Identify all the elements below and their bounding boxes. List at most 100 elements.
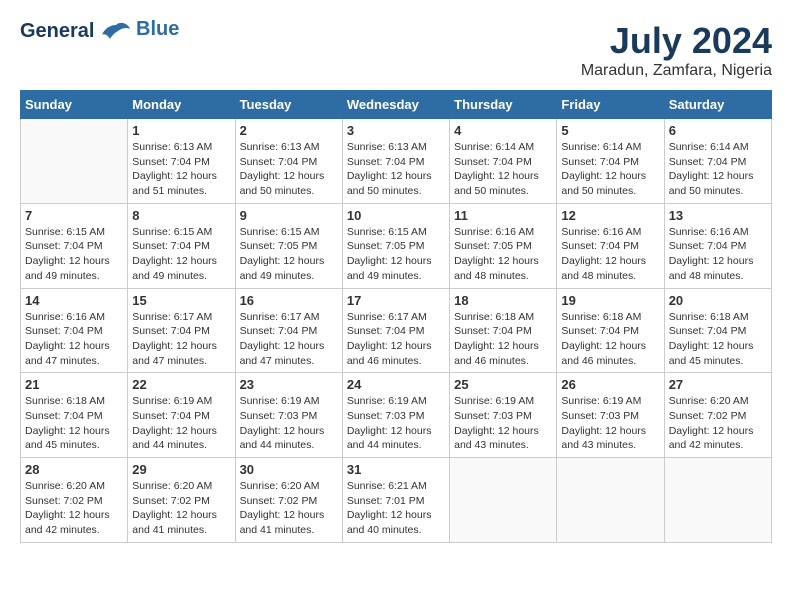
- calendar-cell: 30 Sunrise: 6:20 AMSunset: 7:02 PMDayligh…: [235, 458, 342, 543]
- logo-bird-icon: [102, 21, 130, 43]
- day-number: 1: [132, 123, 230, 138]
- weekday-header-sunday: Sunday: [21, 91, 128, 119]
- day-info: Sunrise: 6:13 AMSunset: 7:04 PMDaylight:…: [132, 140, 230, 199]
- day-number: 10: [347, 208, 445, 223]
- weekday-header-tuesday: Tuesday: [235, 91, 342, 119]
- calendar-cell: 5Sunrise: 6:14 AMSunset: 7:04 PMDaylight…: [557, 119, 664, 204]
- calendar-cell: 25 Sunrise: 6:19 AMSunset: 7:03 PMDayligh…: [450, 373, 557, 458]
- calendar-cell: 8 Sunrise: 6:15 AMSunset: 7:04 PMDaylight…: [128, 203, 235, 288]
- calendar-cell: 9 Sunrise: 6:15 AMSunset: 7:05 PMDaylight…: [235, 203, 342, 288]
- day-info: Sunrise: 6:20 AMSunset: 7:02 PMDaylight:…: [25, 479, 123, 538]
- calendar-cell: [21, 119, 128, 204]
- day-number: 24: [347, 377, 445, 392]
- day-info: Sunrise: 6:15 AMSunset: 7:04 PMDaylight:…: [132, 225, 230, 284]
- day-info: Sunrise: 6:19 AMSunset: 7:04 PMDaylight:…: [132, 394, 230, 453]
- weekday-header-friday: Friday: [557, 91, 664, 119]
- calendar-week-row: 7 Sunrise: 6:15 AMSunset: 7:04 PMDaylight…: [21, 203, 772, 288]
- day-number: 28: [25, 462, 123, 477]
- calendar-cell: [450, 458, 557, 543]
- month-year-title: July 2024: [581, 20, 772, 62]
- day-info: Sunrise: 6:17 AMSunset: 7:04 PMDaylight:…: [240, 310, 338, 369]
- weekday-header-wednesday: Wednesday: [342, 91, 449, 119]
- day-info: Sunrise: 6:15 AMSunset: 7:05 PMDaylight:…: [347, 225, 445, 284]
- calendar-cell: 22Sunrise: 6:19 AMSunset: 7:04 PMDayligh…: [128, 373, 235, 458]
- day-number: 2: [240, 123, 338, 138]
- day-info: Sunrise: 6:18 AMSunset: 7:04 PMDaylight:…: [25, 394, 123, 453]
- day-info: Sunrise: 6:19 AMSunset: 7:03 PMDaylight:…: [561, 394, 659, 453]
- weekday-header-saturday: Saturday: [664, 91, 771, 119]
- logo: General Blue: [20, 20, 179, 43]
- calendar-cell: 20Sunrise: 6:18 AMSunset: 7:04 PMDayligh…: [664, 288, 771, 373]
- calendar-week-row: 28 Sunrise: 6:20 AMSunset: 7:02 PMDayligh…: [21, 458, 772, 543]
- calendar-header-row: SundayMondayTuesdayWednesdayThursdayFrid…: [21, 91, 772, 119]
- day-info: Sunrise: 6:13 AMSunset: 7:04 PMDaylight:…: [347, 140, 445, 199]
- calendar-cell: 15 Sunrise: 6:17 AMSunset: 7:04 PMDayligh…: [128, 288, 235, 373]
- calendar-cell: 6Sunrise: 6:14 AMSunset: 7:04 PMDaylight…: [664, 119, 771, 204]
- day-number: 19: [561, 293, 659, 308]
- page-header: General Blue July 2024 Maradun, Zamfara,…: [20, 20, 772, 80]
- calendar-cell: [557, 458, 664, 543]
- title-section: July 2024 Maradun, Zamfara, Nigeria: [581, 20, 772, 80]
- calendar-week-row: 21 Sunrise: 6:18 AMSunset: 7:04 PMDayligh…: [21, 373, 772, 458]
- day-number: 26: [561, 377, 659, 392]
- calendar-cell: 10 Sunrise: 6:15 AMSunset: 7:05 PMDayligh…: [342, 203, 449, 288]
- calendar-cell: 28 Sunrise: 6:20 AMSunset: 7:02 PMDayligh…: [21, 458, 128, 543]
- day-number: 5: [561, 123, 659, 138]
- day-info: Sunrise: 6:14 AMSunset: 7:04 PMDaylight:…: [454, 140, 552, 199]
- day-info: Sunrise: 6:15 AMSunset: 7:05 PMDaylight:…: [240, 225, 338, 284]
- calendar-table: SundayMondayTuesdayWednesdayThursdayFrid…: [20, 90, 772, 543]
- day-info: Sunrise: 6:20 AMSunset: 7:02 PMDaylight:…: [669, 394, 767, 453]
- calendar-cell: 13 Sunrise: 6:16 AMSunset: 7:04 PMDayligh…: [664, 203, 771, 288]
- day-number: 30: [240, 462, 338, 477]
- calendar-cell: 11 Sunrise: 6:16 AMSunset: 7:05 PMDayligh…: [450, 203, 557, 288]
- calendar-cell: 26 Sunrise: 6:19 AMSunset: 7:03 PMDayligh…: [557, 373, 664, 458]
- calendar-cell: 2 Sunrise: 6:13 AMSunset: 7:04 PMDaylight…: [235, 119, 342, 204]
- day-number: 27: [669, 377, 767, 392]
- calendar-cell: 23 Sunrise: 6:19 AMSunset: 7:03 PMDayligh…: [235, 373, 342, 458]
- day-number: 14: [25, 293, 123, 308]
- day-number: 23: [240, 377, 338, 392]
- day-info: Sunrise: 6:17 AMSunset: 7:04 PMDaylight:…: [347, 310, 445, 369]
- day-number: 25: [454, 377, 552, 392]
- day-number: 7: [25, 208, 123, 223]
- day-info: Sunrise: 6:18 AMSunset: 7:04 PMDaylight:…: [561, 310, 659, 369]
- day-number: 16: [240, 293, 338, 308]
- calendar-cell: 31Sunrise: 6:21 AMSunset: 7:01 PMDayligh…: [342, 458, 449, 543]
- day-number: 13: [669, 208, 767, 223]
- weekday-header-thursday: Thursday: [450, 91, 557, 119]
- day-number: 9: [240, 208, 338, 223]
- day-number: 17: [347, 293, 445, 308]
- day-info: Sunrise: 6:16 AMSunset: 7:04 PMDaylight:…: [25, 310, 123, 369]
- day-number: 29: [132, 462, 230, 477]
- day-info: Sunrise: 6:19 AMSunset: 7:03 PMDaylight:…: [240, 394, 338, 453]
- calendar-cell: 19 Sunrise: 6:18 AMSunset: 7:04 PMDayligh…: [557, 288, 664, 373]
- calendar-cell: 4Sunrise: 6:14 AMSunset: 7:04 PMDaylight…: [450, 119, 557, 204]
- calendar-week-row: 1 Sunrise: 6:13 AMSunset: 7:04 PMDaylight…: [21, 119, 772, 204]
- day-number: 18: [454, 293, 552, 308]
- day-number: 12: [561, 208, 659, 223]
- calendar-cell: 16 Sunrise: 6:17 AMSunset: 7:04 PMDayligh…: [235, 288, 342, 373]
- day-number: 6: [669, 123, 767, 138]
- day-info: Sunrise: 6:16 AMSunset: 7:04 PMDaylight:…: [561, 225, 659, 284]
- calendar-cell: 27 Sunrise: 6:20 AMSunset: 7:02 PMDayligh…: [664, 373, 771, 458]
- day-number: 15: [132, 293, 230, 308]
- day-info: Sunrise: 6:16 AMSunset: 7:05 PMDaylight:…: [454, 225, 552, 284]
- calendar-cell: 14 Sunrise: 6:16 AMSunset: 7:04 PMDayligh…: [21, 288, 128, 373]
- day-info: Sunrise: 6:13 AMSunset: 7:04 PMDaylight:…: [240, 140, 338, 199]
- logo-text: General Blue: [20, 20, 179, 43]
- day-info: Sunrise: 6:20 AMSunset: 7:02 PMDaylight:…: [240, 479, 338, 538]
- day-info: Sunrise: 6:18 AMSunset: 7:04 PMDaylight:…: [454, 310, 552, 369]
- day-info: Sunrise: 6:19 AMSunset: 7:03 PMDaylight:…: [454, 394, 552, 453]
- day-info: Sunrise: 6:16 AMSunset: 7:04 PMDaylight:…: [669, 225, 767, 284]
- day-info: Sunrise: 6:18 AMSunset: 7:04 PMDaylight:…: [669, 310, 767, 369]
- day-number: 8: [132, 208, 230, 223]
- day-number: 11: [454, 208, 552, 223]
- calendar-cell: 1 Sunrise: 6:13 AMSunset: 7:04 PMDaylight…: [128, 119, 235, 204]
- calendar-cell: 24Sunrise: 6:19 AMSunset: 7:03 PMDayligh…: [342, 373, 449, 458]
- day-info: Sunrise: 6:20 AMSunset: 7:02 PMDaylight:…: [132, 479, 230, 538]
- day-info: Sunrise: 6:15 AMSunset: 7:04 PMDaylight:…: [25, 225, 123, 284]
- location-subtitle: Maradun, Zamfara, Nigeria: [581, 62, 772, 80]
- day-info: Sunrise: 6:17 AMSunset: 7:04 PMDaylight:…: [132, 310, 230, 369]
- day-number: 21: [25, 377, 123, 392]
- day-number: 31: [347, 462, 445, 477]
